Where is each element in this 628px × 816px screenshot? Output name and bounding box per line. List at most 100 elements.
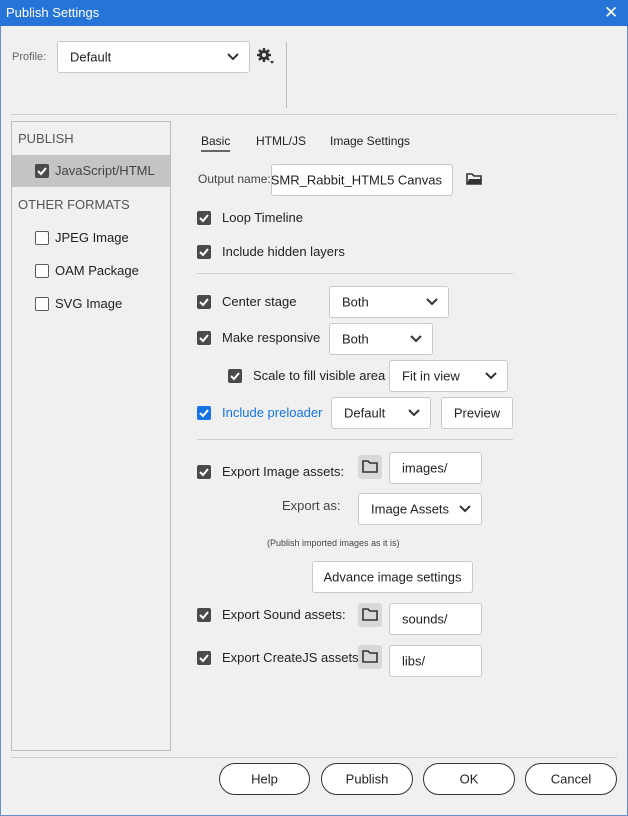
- cancel-button[interactable]: Cancel: [525, 763, 617, 795]
- oam-checkbox[interactable]: [35, 264, 49, 278]
- preview-label: Preview: [453, 405, 501, 421]
- checkmark-icon: [199, 654, 209, 663]
- sidebar-item-javascript-html[interactable]: JavaScript/HTML: [12, 155, 170, 187]
- folder-icon: [362, 608, 378, 621]
- center-stage-checkbox[interactable]: [197, 295, 211, 309]
- checkmark-icon: [199, 468, 209, 477]
- createjs-folder-button[interactable]: [358, 645, 382, 669]
- export-sound-assets-checkbox[interactable]: [197, 608, 211, 622]
- chevron-down-icon: [227, 53, 239, 61]
- chevron-down-icon: [426, 298, 438, 306]
- footer-divider: [11, 757, 617, 758]
- include-hidden-layers-label: Include hidden layers: [222, 244, 345, 259]
- profile-value: Default: [70, 49, 112, 65]
- image-assets-path-value: images/: [402, 460, 448, 476]
- make-responsive-dropdown[interactable]: Both: [329, 323, 433, 355]
- profile-label: Profile:: [12, 51, 47, 63]
- include-preloader-checkbox[interactable]: [197, 406, 211, 420]
- export-as-value: Image Assets: [371, 501, 450, 517]
- publish-heading: PUBLISH: [18, 131, 74, 146]
- header-divider: [11, 114, 617, 115]
- close-icon[interactable]: ✕: [604, 3, 618, 23]
- scale-to-fill-dropdown[interactable]: Fit in view: [389, 360, 508, 392]
- sidebar-item-jpeg[interactable]: JPEG Image: [12, 222, 170, 252]
- cancel-label: Cancel: [550, 771, 592, 787]
- other-formats-heading: OTHER FORMATS: [18, 197, 130, 212]
- image-assets-path-field[interactable]: images/: [389, 452, 482, 484]
- tab-image-settings[interactable]: Image Settings: [330, 134, 410, 148]
- gear-icon[interactable]: [255, 46, 275, 66]
- checkmark-icon: [230, 372, 240, 381]
- sidebar-item-label: JavaScript/HTML: [55, 163, 155, 178]
- advance-image-settings-label: Advance image settings: [323, 569, 462, 585]
- checkmark-icon: [199, 214, 209, 223]
- createjs-assets-path-value: libs/: [402, 653, 426, 669]
- sound-assets-path-value: sounds/: [402, 611, 448, 627]
- center-stage-dropdown[interactable]: Both: [329, 286, 449, 318]
- export-createjs-assets-label: Export CreateJS assets:: [222, 650, 363, 665]
- createjs-assets-path-field[interactable]: libs/: [389, 645, 482, 677]
- section-divider: [197, 439, 513, 440]
- center-stage-label: Center stage: [222, 294, 297, 309]
- sidebar-item-label: JPEG Image: [55, 230, 129, 245]
- scale-to-fill-label: Scale to fill visible area: [253, 368, 386, 383]
- chevron-down-icon: [408, 409, 420, 417]
- loop-timeline-checkbox[interactable]: [197, 211, 211, 225]
- include-preloader-label: Include preloader: [222, 405, 323, 420]
- center-stage-value: Both: [342, 294, 369, 310]
- preloader-value: Default: [344, 405, 386, 421]
- scale-to-fill-value: Fit in view: [402, 368, 460, 384]
- sound-assets-path-field[interactable]: sounds/: [389, 603, 482, 635]
- output-name-label: Output name:: [198, 172, 271, 186]
- checkmark-icon: [199, 611, 209, 620]
- publish-button[interactable]: Publish: [321, 763, 413, 795]
- checkmark-icon: [199, 334, 209, 343]
- make-responsive-label: Make responsive: [222, 330, 321, 345]
- folder-icon: [362, 650, 378, 663]
- sidebar-item-label: SVG Image: [55, 296, 123, 311]
- sidebar-item-oam[interactable]: OAM Package: [12, 255, 170, 285]
- image-folder-button[interactable]: [358, 455, 382, 479]
- preview-button[interactable]: Preview: [441, 397, 513, 429]
- window-title: Publish Settings: [6, 5, 100, 20]
- sidebar-item-svg[interactable]: SVG Image: [12, 288, 170, 318]
- export-as-label: Export as:: [282, 498, 341, 513]
- jpeg-checkbox[interactable]: [35, 231, 49, 245]
- profile-dropdown[interactable]: Default: [57, 41, 250, 73]
- help-label: Help: [251, 771, 278, 787]
- make-responsive-checkbox[interactable]: [197, 331, 211, 345]
- checkmark-icon: [199, 409, 209, 418]
- title-bar: Publish Settings ✕: [0, 0, 628, 26]
- output-name-field[interactable]: SMR_Rabbit_HTML5 Canvas: [271, 164, 453, 196]
- ok-button[interactable]: OK: [423, 763, 515, 795]
- export-note: (Publish imported images as it is): [267, 538, 400, 548]
- folder-icon[interactable]: [466, 172, 483, 189]
- advance-image-settings-button[interactable]: Advance image settings: [312, 561, 473, 593]
- preloader-dropdown[interactable]: Default: [331, 397, 431, 429]
- chevron-down-icon: [485, 372, 497, 380]
- export-image-assets-checkbox[interactable]: [197, 465, 211, 479]
- tab-basic[interactable]: Basic: [201, 134, 231, 152]
- javascript-html-checkbox[interactable]: [35, 164, 49, 178]
- export-sound-assets-label: Export Sound assets:: [222, 607, 346, 622]
- chevron-down-icon: [459, 505, 471, 513]
- checkmark-icon: [199, 298, 209, 307]
- scale-to-fill-checkbox[interactable]: [228, 369, 242, 383]
- format-sidebar: [11, 121, 171, 751]
- sidebar-item-label: OAM Package: [55, 263, 139, 278]
- export-as-dropdown[interactable]: Image Assets: [358, 493, 482, 525]
- loop-timeline-label: Loop Timeline: [222, 210, 303, 225]
- export-createjs-assets-checkbox[interactable]: [197, 651, 211, 665]
- help-button[interactable]: Help: [219, 763, 310, 795]
- export-image-assets-label: Export Image assets:: [222, 464, 345, 479]
- folder-icon: [362, 460, 378, 473]
- make-responsive-value: Both: [342, 331, 369, 347]
- svg-checkbox[interactable]: [35, 297, 49, 311]
- tab-html-js[interactable]: HTML/JS: [256, 134, 306, 148]
- checkmark-icon: [37, 167, 47, 176]
- include-hidden-layers-checkbox[interactable]: [197, 245, 211, 259]
- sound-folder-button[interactable]: [358, 603, 382, 627]
- checkmark-icon: [199, 248, 209, 257]
- output-name-value: SMR_Rabbit_HTML5 Canvas: [271, 172, 442, 188]
- ok-label: OK: [459, 771, 479, 787]
